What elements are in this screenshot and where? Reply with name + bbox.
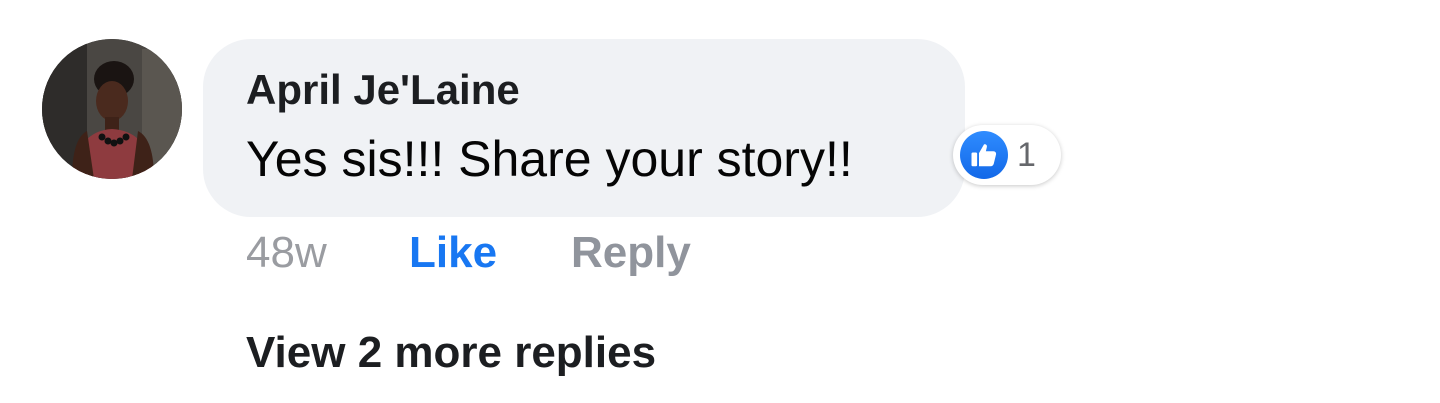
like-button[interactable]: Like <box>409 228 497 278</box>
avatar-photo <box>42 39 182 179</box>
thumbs-up-icon <box>960 131 1008 179</box>
reply-button[interactable]: Reply <box>571 228 691 278</box>
view-more-replies-link[interactable]: View 2 more replies <box>246 328 656 378</box>
comment-timestamp[interactable]: 48w <box>246 228 327 278</box>
comment-text: Yes sis!!! Share your story!! <box>246 131 853 187</box>
reaction-count: 1 <box>1017 135 1036 174</box>
avatar[interactable] <box>42 39 182 179</box>
comment-thread: April Je'Laine Yes sis!!! Share your sto… <box>0 0 1440 403</box>
reaction-summary[interactable]: 1 <box>953 125 1061 185</box>
comment-author-name[interactable]: April Je'Laine <box>246 66 520 114</box>
